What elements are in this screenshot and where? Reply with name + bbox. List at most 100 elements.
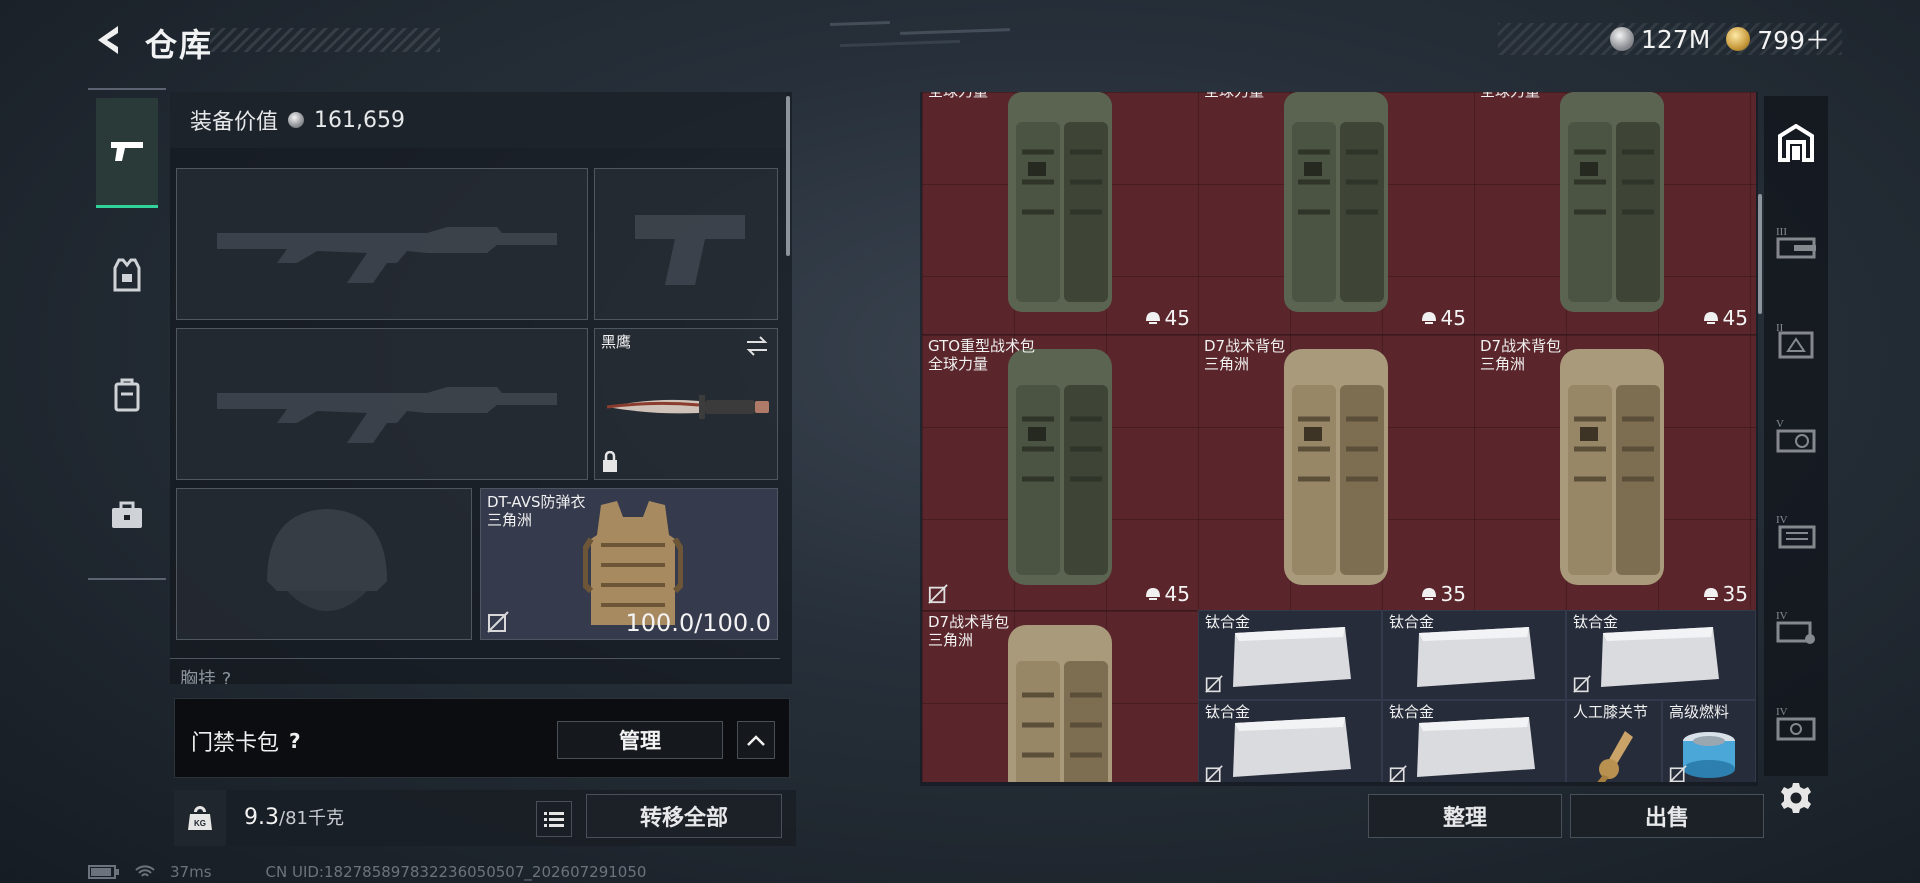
pistol-icon bbox=[111, 141, 143, 161]
wifi-icon bbox=[135, 865, 155, 877]
no-insurance-icon bbox=[928, 584, 948, 604]
back-button[interactable] bbox=[88, 20, 128, 60]
keycard-pack-bar: 门禁卡包 ? 管理 bbox=[174, 698, 790, 778]
settings-button[interactable] bbox=[1776, 778, 1816, 818]
backpack-tan-icon bbox=[1560, 349, 1664, 585]
no-insurance-icon bbox=[1573, 675, 1591, 693]
helmet-icon bbox=[1145, 588, 1160, 600]
body-armor-slot[interactable]: DT-AVS防弹衣 三角洲 100.0/100.0 bbox=[480, 488, 778, 640]
storage-item[interactable]: D7战术背包 三角洲 bbox=[922, 610, 1198, 782]
storage-item[interactable]: D7战术背包 三角洲 35 bbox=[1198, 334, 1474, 610]
storage-item[interactable]: 高级燃料 bbox=[1662, 700, 1756, 782]
storage-panel: 全球力量 45 全球力量 bbox=[920, 92, 1762, 786]
svg-text:KG: KG bbox=[194, 819, 206, 828]
nav-item-backpack[interactable] bbox=[96, 340, 158, 450]
pistol-silhouette-icon bbox=[635, 215, 745, 285]
help-icon[interactable]: ? bbox=[289, 729, 301, 753]
helmet-icon bbox=[1703, 588, 1718, 600]
item-capacity: 45 bbox=[1421, 306, 1466, 330]
storage-item[interactable]: 全球力量 45 bbox=[1474, 92, 1756, 334]
storage-container-icon: IV bbox=[1776, 610, 1815, 644]
storage-container-icon: V bbox=[1776, 418, 1816, 453]
helmet-silhouette-icon bbox=[267, 509, 387, 611]
storage-item[interactable]: 钛合金 bbox=[1382, 610, 1566, 700]
titanium-ingot-icon bbox=[1601, 627, 1719, 687]
equipment-panel: 装备价值 161,659 黑鹰 DT-AVS防弹衣 三角洲 100.0/100.… bbox=[170, 92, 792, 684]
gold-coin-icon bbox=[1726, 27, 1751, 51]
storage-item[interactable]: 钛合金 bbox=[1198, 700, 1382, 782]
storage-item[interactable]: GTO重型战术包 全球力量 45 bbox=[922, 334, 1198, 610]
item-name: D7战术背包 三角洲 bbox=[1204, 337, 1286, 373]
backpack-green-icon bbox=[1008, 92, 1112, 312]
item-capacity: 35 bbox=[1421, 582, 1466, 606]
sort-button[interactable]: 整理 bbox=[1368, 794, 1562, 838]
backpack-tan-icon bbox=[1008, 625, 1112, 782]
back-arrow-icon bbox=[98, 26, 118, 54]
melee-slot[interactable]: 黑鹰 bbox=[594, 328, 778, 480]
equipment-value: 161,659 bbox=[314, 107, 405, 133]
knife-icon bbox=[606, 395, 769, 419]
gear-icon bbox=[1781, 783, 1811, 813]
collapse-button[interactable] bbox=[737, 721, 775, 759]
weight-readout: 9.3/81千克 bbox=[244, 804, 344, 830]
storage-item[interactable]: 钛合金 bbox=[1382, 700, 1566, 782]
body-armor-durability: 100.0/100.0 bbox=[625, 609, 772, 637]
primary-weapon-slot-1[interactable] bbox=[176, 168, 588, 320]
nav-item-armor[interactable] bbox=[96, 220, 158, 330]
tab-storage-tier-4-c[interactable]: IV bbox=[1768, 684, 1824, 762]
gold-amount: 799＋ bbox=[1757, 26, 1830, 55]
storage-item[interactable]: D7战术背包 三角洲 35 bbox=[1474, 334, 1756, 610]
item-capacity: 35 bbox=[1703, 582, 1748, 606]
tab-storage-tier-5[interactable]: V bbox=[1768, 396, 1824, 474]
manage-button[interactable]: 管理 bbox=[557, 721, 723, 759]
weight-max: /81千克 bbox=[279, 808, 344, 829]
nav-item-weapons[interactable] bbox=[96, 98, 158, 208]
item-name: 全球力量 bbox=[1204, 92, 1264, 100]
storage-container-icon: IV bbox=[1776, 514, 1816, 549]
storage-item[interactable]: 钛合金 bbox=[1198, 610, 1382, 700]
silver-coin-icon bbox=[288, 112, 305, 128]
nav-item-case[interactable] bbox=[96, 460, 158, 570]
storage-item[interactable]: 全球力量 45 bbox=[1198, 92, 1474, 334]
equipment-category-nav bbox=[88, 88, 166, 580]
item-name: 高级燃料 bbox=[1669, 703, 1730, 721]
item-capacity: 45 bbox=[1145, 582, 1190, 606]
item-name: 人工膝关节 bbox=[1573, 703, 1649, 721]
backpack-icon bbox=[114, 378, 140, 412]
tab-storage-tier-4-b[interactable]: IV bbox=[1768, 588, 1824, 666]
gold-currency[interactable]: 799＋ bbox=[1726, 21, 1830, 57]
knee-joint-icon bbox=[1597, 731, 1633, 782]
storage-scrollbar[interactable] bbox=[1758, 194, 1762, 314]
swap-icon[interactable] bbox=[745, 335, 769, 357]
svg-text:IV: IV bbox=[1776, 514, 1788, 526]
helmet-icon bbox=[1703, 312, 1718, 324]
list-view-button[interactable] bbox=[536, 801, 572, 837]
top-bar: 仓库 127M 799＋ bbox=[0, 0, 1920, 80]
equipment-scrollbar[interactable] bbox=[786, 96, 790, 256]
sell-button[interactable]: 出售 bbox=[1570, 794, 1764, 838]
tab-storage-tier-2[interactable]: II bbox=[1768, 300, 1824, 378]
backpack-green-icon bbox=[1560, 92, 1664, 312]
storage-item[interactable]: 钛合金 bbox=[1566, 610, 1756, 700]
titanium-ingot-icon bbox=[1417, 627, 1535, 687]
keycard-pack-label-group: 门禁卡包 ? bbox=[191, 725, 301, 757]
svg-text:IV: IV bbox=[1776, 706, 1788, 718]
tab-home-storage[interactable] bbox=[1768, 104, 1824, 182]
primary-weapon-slot-2[interactable] bbox=[176, 328, 588, 480]
pistol-slot[interactable] bbox=[594, 168, 778, 320]
storage-item[interactable]: 全球力量 45 bbox=[922, 92, 1198, 334]
titanium-ingot-icon bbox=[1233, 717, 1351, 777]
storage-item[interactable]: 人工膝关节 bbox=[1566, 700, 1662, 782]
item-name: 全球力量 bbox=[1480, 92, 1540, 100]
svg-text:V: V bbox=[1776, 418, 1784, 430]
tab-storage-tier-3[interactable]: III bbox=[1768, 204, 1824, 282]
titanium-ingot-icon bbox=[1417, 717, 1535, 777]
rifle-silhouette-icon bbox=[217, 387, 557, 443]
helmet-slot[interactable] bbox=[176, 488, 472, 640]
equipment-value-header: 装备价值 161,659 bbox=[170, 92, 786, 148]
transfer-all-button[interactable]: 转移全部 bbox=[586, 794, 782, 838]
body-armor-name: DT-AVS防弹衣 三角洲 bbox=[487, 493, 586, 529]
item-name: 钛合金 bbox=[1389, 703, 1435, 721]
silver-amount: 127M bbox=[1640, 24, 1711, 54]
tab-storage-tier-4-a[interactable]: IV bbox=[1768, 492, 1824, 570]
